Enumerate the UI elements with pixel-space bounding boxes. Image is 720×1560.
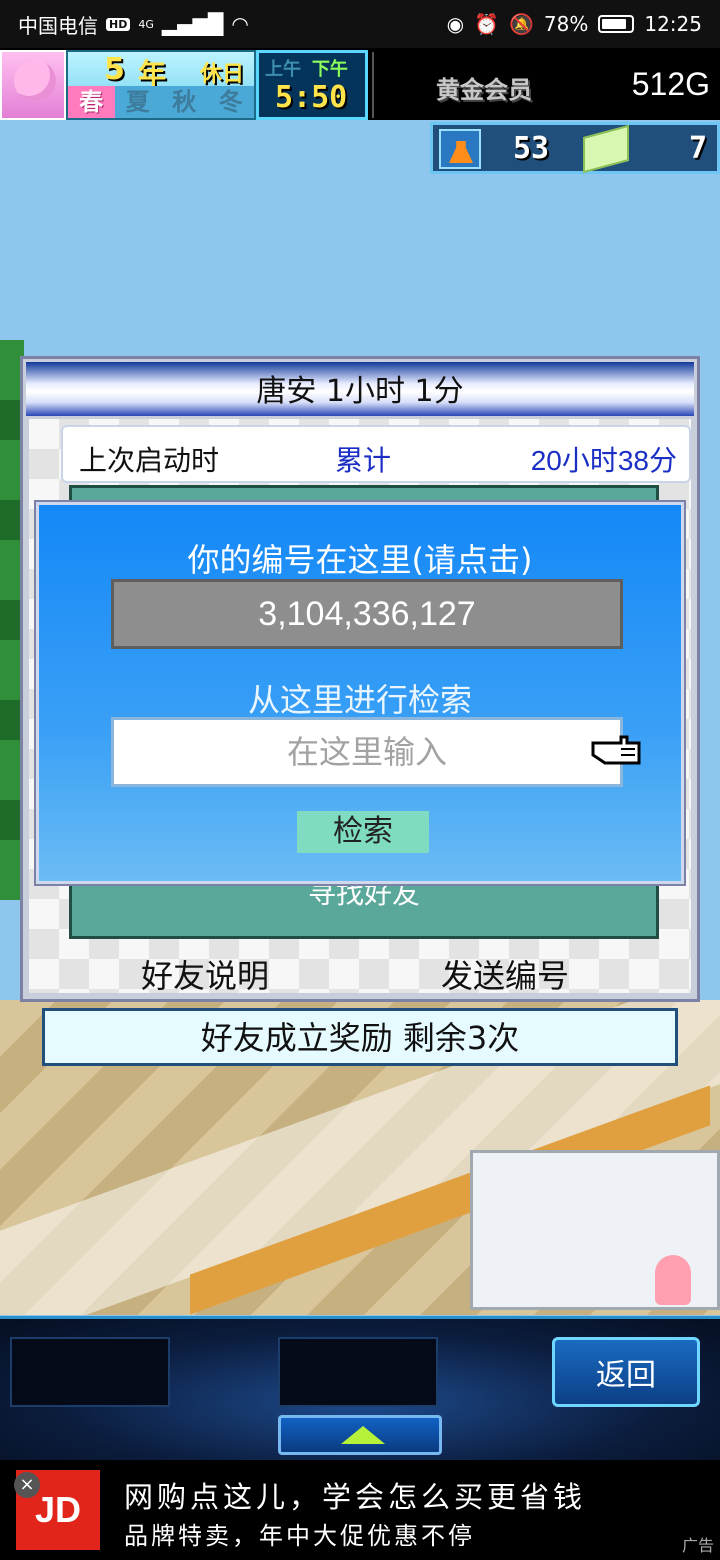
battery-percent: 78% (543, 12, 589, 36)
season-winter: 冬 (207, 86, 254, 118)
friend-help-link[interactable]: 好友说明 (141, 951, 269, 997)
pm-label: 下午 (311, 59, 348, 80)
season-autumn: 秋 (161, 86, 208, 118)
mute-icon: 🔕 (509, 12, 534, 36)
season-tree-icon (0, 50, 66, 120)
expand-up-button[interactable] (278, 1415, 442, 1455)
research-points: 53 (513, 131, 550, 166)
calendar-panel: 5 年 休日 春 夏 秋 冬 (66, 50, 256, 120)
gold-amount: 512G (631, 66, 710, 102)
holiday-label: 休日 (199, 62, 244, 87)
clock: 12:25 (644, 12, 702, 36)
rabbit-character (655, 1255, 691, 1305)
ticket-count: 7 (688, 131, 707, 166)
panel-title: 唐安 1小时 1分 (26, 362, 694, 416)
friend-reward-bar: 好友成立奖励 剩余3次 (42, 1008, 678, 1066)
carrier-name: 中国电信 (18, 13, 98, 38)
player-id-box[interactable]: 3,104,336,127 (111, 579, 623, 649)
cumulative-label: 累计 (335, 444, 392, 477)
alarm-icon: ⏰ (474, 12, 499, 36)
resource-bar: 53 7 (430, 122, 720, 174)
season-spring: 春 (68, 86, 115, 118)
signal-icon: ▂▄▆█ (161, 12, 224, 36)
money-panel: 黄金会员 512G (372, 52, 720, 118)
battery-icon (598, 15, 635, 33)
back-button[interactable]: 返回 (552, 1337, 700, 1407)
playtime-row: 上次启动时 累计 20小时38分 (61, 425, 691, 483)
eye-icon: ◉ (446, 12, 465, 36)
season-strip: 春 夏 秋 冬 (68, 86, 254, 118)
friend-search-dialog: 你的编号在这里(请点击) 3,104,336,127 从这里进行检索 检索 (36, 502, 684, 884)
search-button[interactable]: 检索 (297, 811, 429, 853)
status-bar: 中国电信 HD 4G ▂▄▆█ ◠ ◉ ⏰ 🔕 78% 12:25 (0, 0, 720, 48)
last-launch-label: 上次启动时 (79, 444, 220, 477)
network-type: 4G (138, 17, 154, 31)
send-id-link[interactable]: 发送编号 (441, 951, 569, 997)
hand-pointer-icon (591, 735, 641, 765)
ticket-icon (583, 124, 629, 174)
ad-subline: 品牌特卖，年中大促优惠不停 (124, 1522, 475, 1550)
year-number: 5 (104, 52, 125, 87)
close-icon[interactable]: × (14, 1472, 40, 1498)
ad-banner[interactable]: JD × 网购点这儿，学会怎么买更省钱 品牌特卖，年中大促优惠不停 广告 (0, 1460, 720, 1560)
your-id-label: 你的编号在这里(请点击) (187, 541, 533, 579)
hd-badge: HD (106, 17, 131, 31)
am-label: 上午 (265, 59, 301, 80)
ad-headline: 网购点这儿，学会怎么买更省钱 (124, 1480, 587, 1514)
flask-icon (439, 129, 481, 169)
season-summer: 夏 (114, 86, 161, 118)
nav-slot-left[interactable] (10, 1337, 170, 1407)
nav-slot-center[interactable] (278, 1337, 438, 1407)
wifi-icon: ◠ (231, 12, 249, 36)
bottom-nav: 返回 (0, 1316, 720, 1460)
friend-id-input[interactable] (111, 717, 623, 787)
game-clock: 上午 下午 5:50 (256, 50, 368, 120)
cumulative-value: 20小时38分 (530, 445, 677, 476)
game-time: 5:50 (275, 80, 348, 115)
ad-tag: 广告 (681, 1536, 714, 1555)
search-label: 从这里进行检索 (247, 681, 472, 719)
member-badge: 黄金会员 (436, 76, 532, 104)
